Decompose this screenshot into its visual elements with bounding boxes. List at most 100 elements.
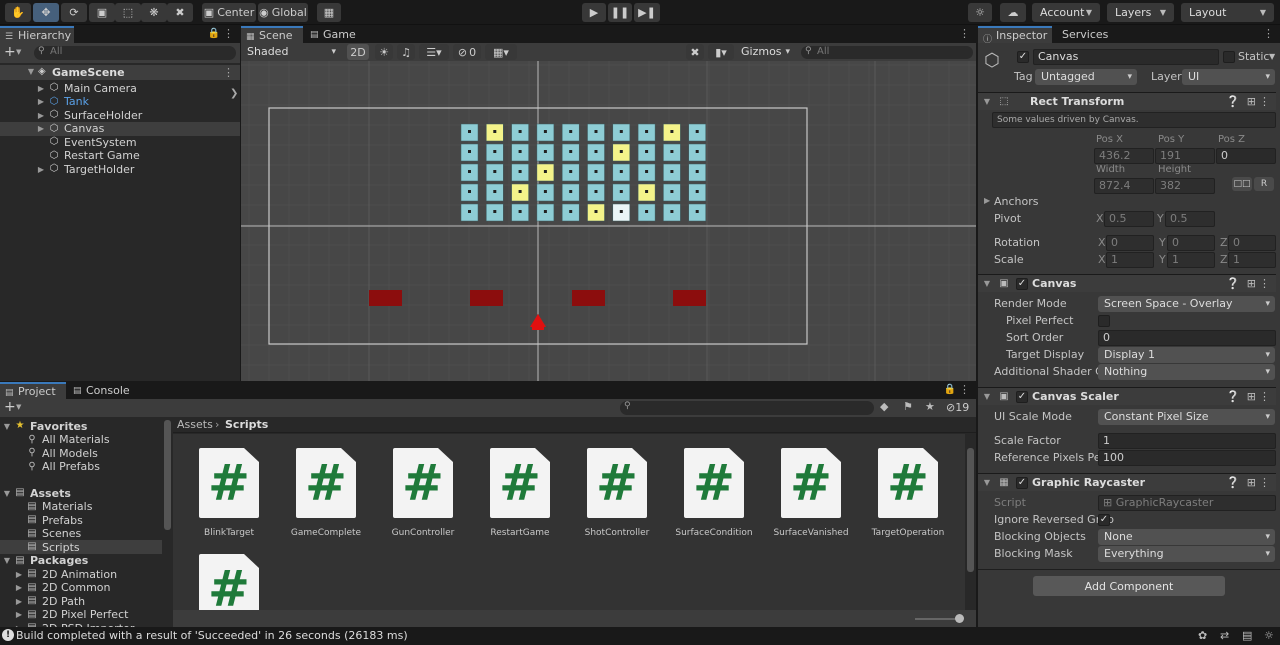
breadcrumb-root[interactable]: Assets [177, 418, 213, 431]
toggle-2d-button[interactable]: 2D [347, 44, 369, 60]
preset-icon[interactable]: ⊞ [1247, 95, 1256, 108]
hierarchy-item[interactable]: ▶ ⬡ SurfaceHolder [0, 108, 240, 122]
chevron-down-icon[interactable]: ▼ [982, 279, 992, 288]
add-icon[interactable]: + [4, 399, 16, 415]
grid-snap-icon[interactable]: ▦ [317, 3, 341, 22]
script-asset[interactable]: # ShotController [569, 448, 665, 538]
layout-dropdown[interactable]: Layout ▼ [1181, 3, 1274, 22]
cloud-icon[interactable]: ☁ [1000, 3, 1026, 22]
gizmos-dropdown[interactable]: Gizmos [735, 44, 795, 60]
tab-services[interactable]: Services [1054, 26, 1118, 43]
chevron-down-icon[interactable]: ▼ [982, 478, 992, 487]
hand-icon[interactable]: ✋ [5, 3, 31, 22]
grid-snap-icon[interactable]: ▦▾ [485, 44, 517, 60]
network-icon[interactable]: ⇄ [1220, 629, 1229, 642]
canvas-scaler-header[interactable]: ▼ ▣ ✓ Canvas Scaler ❔ ⊞ ⋮ [978, 387, 1276, 405]
tab-inspector[interactable]: ⓘ Inspector [978, 26, 1052, 45]
preset-icon[interactable]: ⊞ [1247, 390, 1256, 403]
lock-icon[interactable]: 🔒 [208, 28, 220, 39]
breadcrumb-current[interactable]: Scripts [225, 418, 268, 431]
shading-dropdown[interactable]: Shaded [241, 44, 341, 60]
render-mode-dropdown[interactable]: Screen Space - Overlay [1098, 296, 1275, 312]
rotate-icon[interactable]: ⟳ [61, 3, 87, 22]
chevron-right-icon[interactable]: ▶ [14, 597, 24, 606]
custom-tool-icon[interactable]: ✖ [167, 3, 193, 22]
raw-edit-button[interactable]: R [1254, 177, 1274, 191]
zoom-slider-thumb[interactable] [955, 614, 964, 623]
help-icon[interactable]: ❔ [1226, 476, 1240, 489]
chevron-down-icon[interactable]: ▼ [982, 97, 992, 106]
script-asset[interactable]: # SurfaceCondition [666, 448, 762, 538]
scale-icon[interactable]: ▣ [89, 3, 115, 22]
tab-project[interactable]: ▤ Project [0, 382, 66, 399]
account-dropdown[interactable]: Account ▼ [1032, 3, 1100, 22]
tree-scrollbar[interactable] [164, 420, 171, 530]
pause-icon[interactable]: ❚❚ [608, 3, 632, 22]
help-icon[interactable]: ❔ [1226, 390, 1240, 403]
grid-scrollbar[interactable] [967, 448, 974, 572]
ignore-reversed-checkbox[interactable]: ✓ [1098, 514, 1110, 526]
hierarchy-item[interactable]: ⬡ Restart Game [0, 149, 240, 163]
preset-icon[interactable]: ⊞ [1247, 476, 1256, 489]
preset-icon[interactable]: ⊞ [1247, 277, 1256, 290]
tree-favorites[interactable]: ▼ ★ Favorites [0, 419, 162, 433]
move-icon[interactable]: ✥ [33, 3, 59, 22]
tree-folder[interactable]: ▤ Prefabs [0, 513, 162, 527]
tree-package[interactable]: ▶ ▤ 2D Animation [0, 567, 162, 581]
object-name-field[interactable]: Canvas [1033, 49, 1219, 65]
chevron-down-icon[interactable]: ▼ [16, 403, 21, 411]
shader-channels-dropdown[interactable]: Nothing [1098, 364, 1275, 380]
tree-favorite-item[interactable]: ⚲ All Prefabs [0, 460, 162, 474]
filter-type-icon[interactable]: ◆ [880, 400, 888, 413]
more-icon[interactable]: ⋮ [223, 66, 234, 79]
pixel-perfect-checkbox[interactable] [1098, 315, 1110, 327]
audio-icon[interactable]: ♫ [397, 44, 415, 60]
anchors-label[interactable]: Anchors [994, 195, 1039, 208]
hierarchy-item[interactable]: ▶ ⬡ TargetHolder [0, 162, 240, 176]
script-asset[interactable]: # SurfaceVanished [763, 448, 859, 538]
scene-viewport[interactable] [241, 61, 976, 381]
tree-package[interactable]: ▶ ▤ 2D Path [0, 594, 162, 608]
hierarchy-search[interactable]: ⚲ All [34, 46, 236, 60]
chevron-down-icon[interactable]: ▼ [16, 48, 21, 56]
more-icon[interactable]: ⋮ [959, 383, 970, 396]
scene-row[interactable]: ▼ ◈ GameScene ⋮ [0, 65, 240, 80]
chevron-right-icon[interactable]: ▶ [36, 84, 46, 93]
tab-game[interactable]: ▤ Game [305, 26, 363, 43]
chevron-right-icon[interactable]: ▶ [36, 111, 46, 120]
scene-search[interactable]: ⚲ All [801, 46, 973, 59]
tree-folder[interactable]: ▤ Scripts [0, 540, 162, 554]
lighting-icon[interactable]: ☀ [375, 44, 393, 60]
rect-icon[interactable]: ⬚ [115, 3, 141, 22]
target-display-dropdown[interactable]: Display 1 [1098, 347, 1275, 363]
more-icon[interactable]: ⋮ [959, 27, 970, 40]
more-icon[interactable]: ⋮ [223, 27, 234, 40]
script-asset[interactable]: # BlinkTarget [181, 448, 277, 538]
tree-packages[interactable]: ▼ ▤ Packages [0, 554, 162, 568]
filter-label-icon[interactable]: ⚑ [903, 400, 913, 413]
blueprint-icon[interactable]: □□ [1232, 177, 1252, 191]
chevron-down-icon[interactable]: ▼ [2, 422, 12, 431]
more-icon[interactable]: ⋮ [1259, 277, 1270, 290]
pos-z-field[interactable]: 0 [1216, 148, 1276, 164]
ui-scale-mode-dropdown[interactable]: Constant Pixel Size [1098, 409, 1275, 425]
step-icon[interactable]: ▶❚ [634, 3, 660, 22]
chevron-down-icon[interactable]: ▼ [2, 556, 12, 565]
chevron-right-icon[interactable]: ▶ [14, 624, 24, 628]
help-icon[interactable]: ❔ [1226, 95, 1240, 108]
script-asset[interactable]: # RestartGame [472, 448, 568, 538]
chevron-right-icon[interactable]: ▶ [14, 610, 24, 619]
progress-icon[interactable]: ▤ [1242, 629, 1252, 642]
favorite-star-icon[interactable]: ★ [925, 400, 935, 413]
blocking-objects-dropdown[interactable]: None [1098, 529, 1275, 545]
pivot-toggle[interactable]: ▣ Center [202, 3, 256, 22]
layer-dropdown[interactable]: UI [1182, 69, 1275, 85]
script-asset[interactable]: # GunController [375, 448, 471, 538]
static-checkbox[interactable] [1223, 51, 1235, 63]
chevron-right-icon[interactable]: ▶ [14, 583, 24, 592]
chevron-down-icon[interactable]: ▼ [26, 67, 36, 76]
tab-console[interactable]: ▤ Console [68, 382, 134, 399]
reference-pixels-field[interactable]: 100 [1098, 450, 1276, 466]
more-icon[interactable]: ⋮ [1259, 390, 1270, 403]
more-icon[interactable]: ⋮ [1259, 476, 1270, 489]
